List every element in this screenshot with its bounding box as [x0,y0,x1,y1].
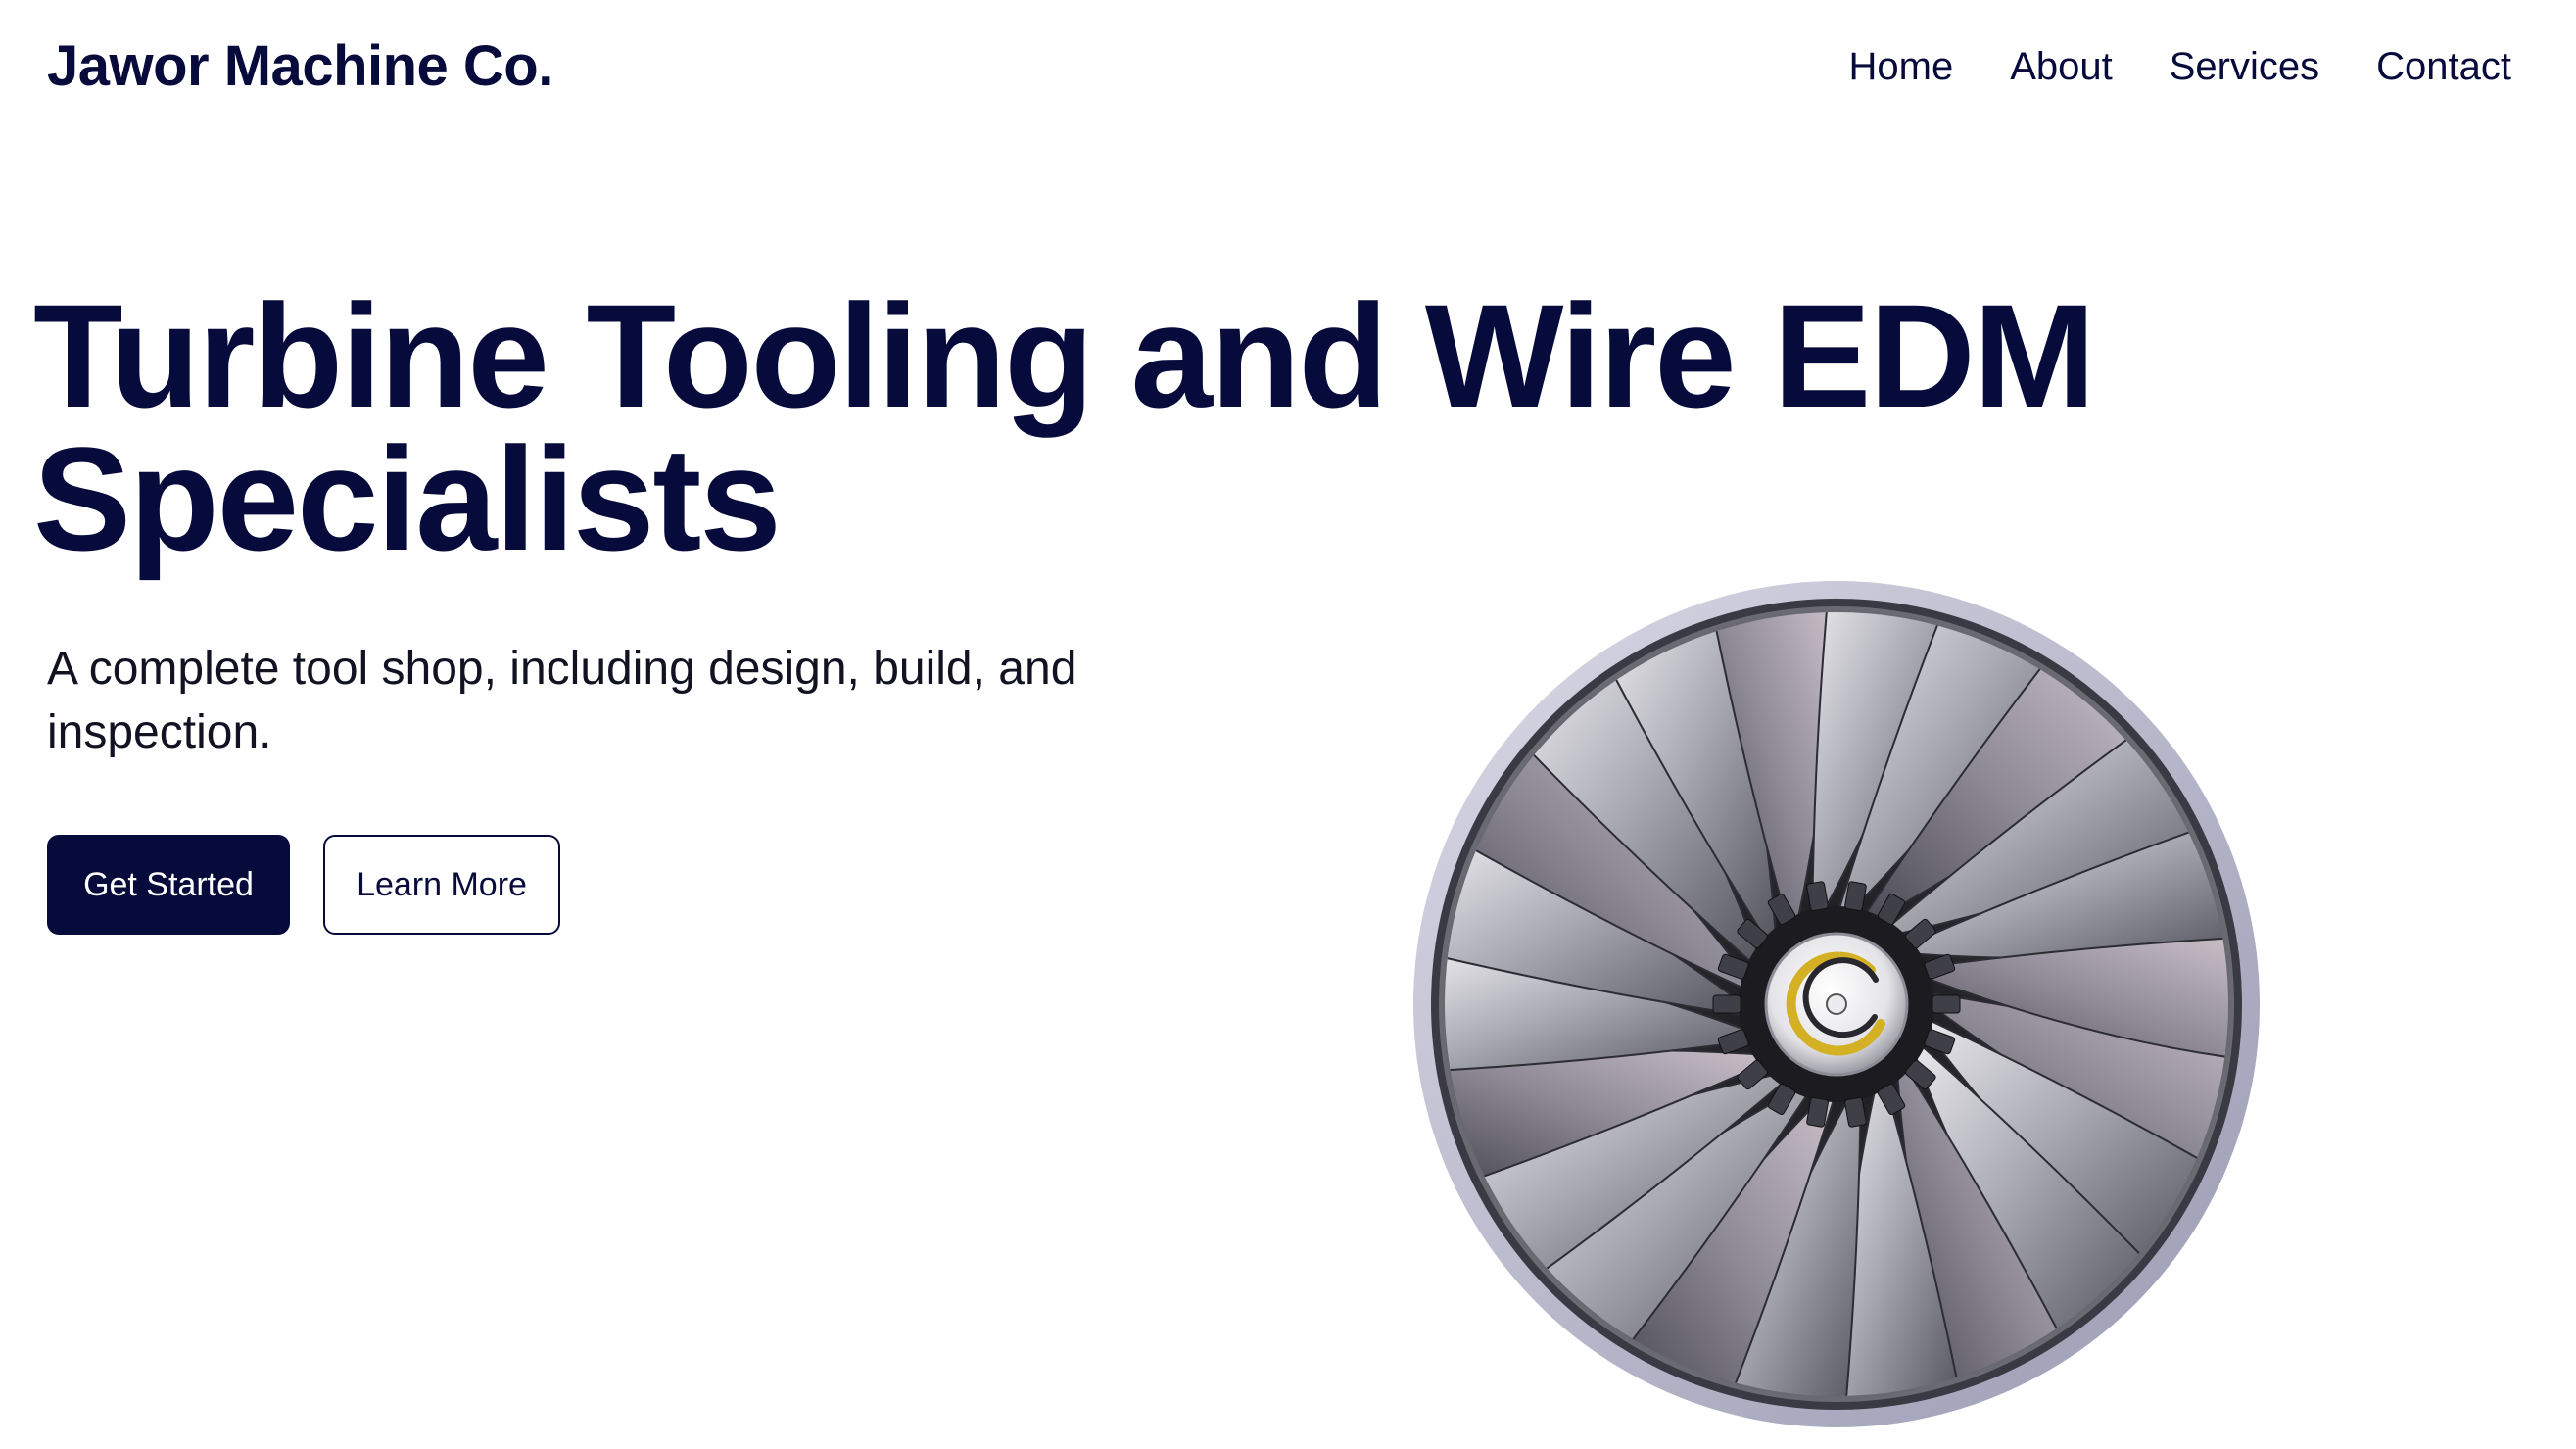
turbine-hub-slot [1712,994,1741,1014]
nav-link-home[interactable]: Home [1849,39,1954,94]
site-header: Jawor Machine Co. Home About Services Co… [0,0,2576,137]
hero-title: Turbine Tooling and Wire EDM Specialists [33,273,2096,581]
turbine-fan-icon [1413,581,2260,1427]
nav-link-about[interactable]: About [2010,39,2113,94]
nav-link-services[interactable]: Services [2170,39,2319,94]
turbine-fan-image [1410,578,2263,1430]
brand-logo[interactable]: Jawor Machine Co. [47,29,553,104]
nav-link-contact[interactable]: Contact [2376,39,2511,94]
get-started-button[interactable]: Get Started [47,835,290,935]
main-nav: Home About Services Contact [1849,39,2511,94]
page: Jawor Machine Co. Home About Services Co… [0,0,2576,1449]
hero-subtitle: A complete tool shop, including design, … [47,643,1077,758]
turbine-hub-slot [1932,994,1961,1014]
hero-actions: Get Started Learn More [47,835,560,935]
learn-more-button[interactable]: Learn More [323,835,560,935]
